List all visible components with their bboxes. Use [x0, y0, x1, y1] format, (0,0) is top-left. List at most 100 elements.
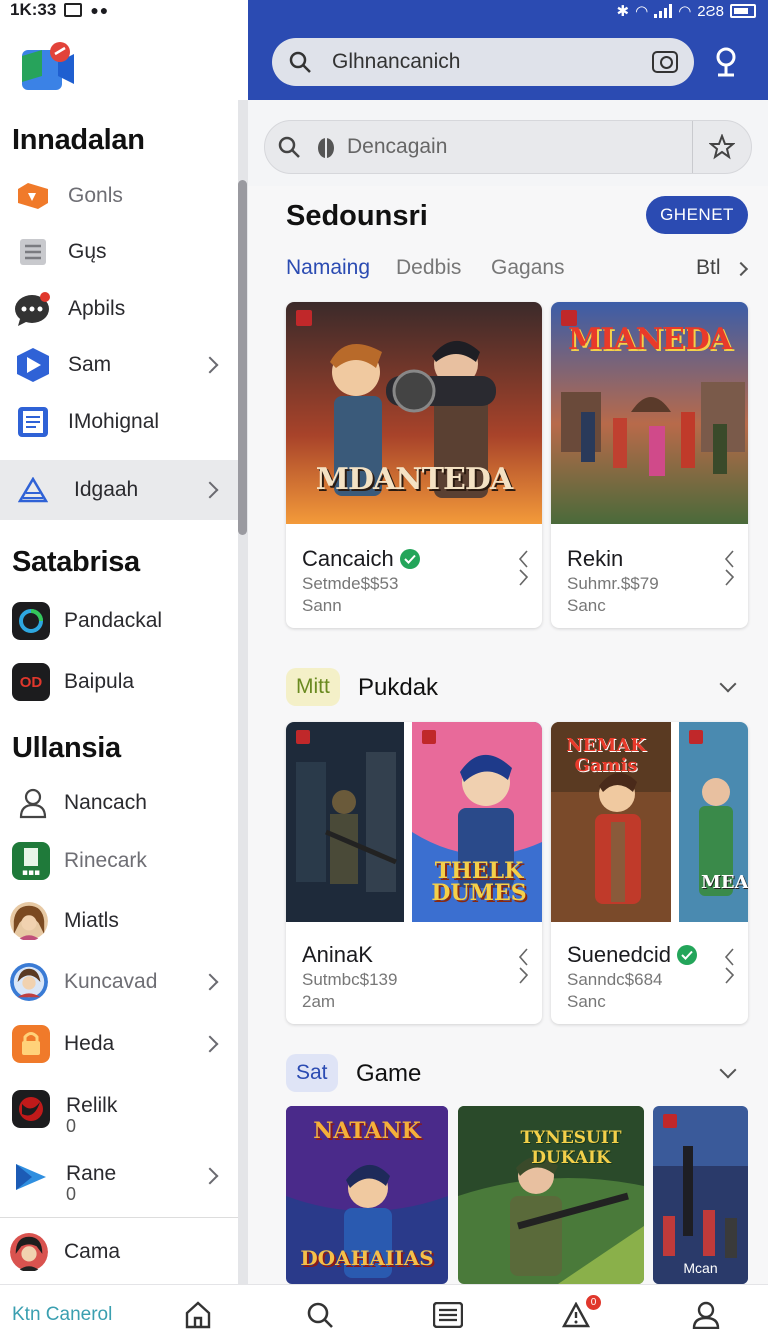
chevron-right-icon — [201, 1035, 219, 1053]
verified-check-icon — [676, 945, 697, 965]
green-app-icon: ▪▪▪ — [12, 842, 50, 880]
game-art-title: DOAHAIIAS — [300, 1246, 434, 1270]
drawer-item-idgaah[interactable]: Idgaah — [0, 460, 238, 520]
search-input[interactable]: Glhnancanich — [272, 38, 694, 86]
chevron-icon[interactable] — [724, 550, 734, 586]
divider — [692, 121, 693, 173]
bottom-nav-label[interactable]: Ktn Canerol — [12, 1304, 112, 1326]
game-thumbnail[interactable]: TYNESUIT DUKAIK — [458, 1106, 644, 1284]
game-thumbnail[interactable]: NATANK DOAHAIIAS — [286, 1106, 448, 1284]
drawer-item-imohignal[interactable]: IMohignal — [0, 394, 238, 450]
home-icon[interactable] — [182, 1299, 214, 1331]
bottom-navigation: Ktn Canerol 0 — [0, 1284, 768, 1344]
featured-game-card[interactable]: MIANEDA Rekin Suhmr.$$79 Sanc — [551, 302, 748, 628]
game-art-title: MDANTEDA — [315, 462, 513, 497]
tab-btl[interactable]: Btl — [696, 256, 721, 280]
drawer-item-pandackal[interactable]: Pandackal — [0, 593, 238, 649]
game-thumbnail[interactable]: Mcan — [653, 1106, 748, 1284]
verified-check-icon — [399, 549, 420, 569]
drawer-item-sam[interactable]: Sam — [0, 337, 238, 393]
drawer-item-relilk[interactable]: Relilk 0 — [0, 1082, 238, 1142]
avatar-icon — [10, 1233, 48, 1271]
search-icon[interactable] — [304, 1299, 336, 1331]
person-outline-icon — [14, 784, 52, 822]
star-icon[interactable] — [709, 134, 735, 160]
search-icon — [289, 51, 311, 73]
avatar-icon — [10, 902, 48, 940]
game-price: Sanndc$684 — [567, 970, 663, 989]
chat-bubble-icon — [14, 290, 52, 328]
avatar-icon — [10, 963, 48, 1001]
library-icon[interactable] — [432, 1299, 464, 1331]
location-pin-icon — [716, 47, 736, 77]
game-meta: Sann — [302, 596, 342, 615]
game-meta: Sanc — [567, 596, 606, 615]
drawer-item-rinecark[interactable]: ▪▪▪ Rinecark — [0, 833, 238, 889]
list-doc-icon — [14, 233, 52, 271]
chevron-icon[interactable] — [518, 948, 528, 984]
game-art-title: MIANEDA — [567, 322, 732, 357]
tab-dedbis[interactable]: Dedbis — [396, 256, 461, 280]
orange-lock-app-icon — [12, 1025, 50, 1063]
game-art-title: THELK DUMES — [431, 858, 527, 906]
screen-icon — [64, 3, 83, 17]
section-title: Sedounsri — [286, 200, 428, 232]
chevron-icon[interactable] — [724, 948, 734, 984]
document-icon — [14, 403, 52, 441]
featured-game-card[interactable]: MDANTEDA Cancaich Setmde$$53 Sann — [286, 302, 542, 628]
chevron-right-icon — [201, 973, 219, 991]
game-card[interactable]: NEMAK Gamis MEA Suenedcid Sanndc$684 San… — [551, 722, 748, 1024]
od-app-icon: OD — [12, 663, 50, 701]
chevron-down-icon[interactable] — [719, 675, 737, 693]
chevron-down-icon[interactable] — [719, 1061, 737, 1079]
search-icon — [278, 136, 300, 158]
chevron-icon[interactable] — [518, 550, 528, 586]
mic-icon — [318, 138, 334, 158]
play-shield-icon — [14, 346, 52, 384]
drawer-section-title: Innadalan — [12, 124, 145, 156]
drawer-scrollbar[interactable] — [238, 180, 247, 535]
game-card[interactable]: THELK DUMES AninaK Sutmbc$139 2am — [286, 722, 542, 1024]
row-chip[interactable]: Sat — [286, 1054, 338, 1092]
game-price: Sutmbc$139 — [302, 970, 398, 989]
secondary-search-input[interactable]: Dencagain — [264, 120, 752, 174]
drawer-item-heda[interactable]: Heda — [0, 1016, 238, 1072]
drawer-section-title: Ullansia — [12, 732, 121, 764]
drawer-item-gus[interactable]: Gųs — [0, 224, 238, 280]
profile-icon[interactable] — [690, 1299, 722, 1331]
game-art-title: NEMAK Gamis — [566, 735, 646, 776]
drawer-item-rane[interactable]: Rane 0 — [0, 1150, 238, 1210]
drawer-item-apbils[interactable]: Apbils — [0, 281, 238, 337]
game-meta: 2am — [302, 992, 336, 1011]
game-art-title: MEA — [701, 872, 748, 893]
blue-triangle-app-icon — [12, 1158, 50, 1196]
location-button[interactable] — [704, 40, 748, 84]
red-dragon-app-icon — [12, 1090, 50, 1128]
drawer-item-kuncavad[interactable]: Kuncavad — [0, 954, 238, 1010]
drawer-item-nancach[interactable]: Nancach — [0, 775, 238, 831]
get-button[interactable]: GHENET — [646, 196, 748, 234]
tab-namaing[interactable]: Namaing — [286, 256, 370, 280]
row-title: Game — [356, 1060, 422, 1087]
chevron-right-icon — [201, 1167, 219, 1185]
row-header[interactable]: Mitt Pukdak — [286, 668, 746, 708]
camera-icon[interactable] — [652, 51, 678, 73]
notification-badge: 0 — [586, 1295, 601, 1310]
drawer-item-miatls[interactable]: Miatls — [0, 893, 238, 949]
navigation-drawer: 1K:33 ●● Innadalan Gonls Gųs Apbils Sam — [0, 0, 238, 1284]
chevron-right-icon[interactable] — [733, 261, 749, 277]
game-title: Suenedcid — [567, 942, 671, 967]
drawer-item-cama[interactable]: Cama — [0, 1224, 238, 1280]
ring-app-icon — [12, 602, 50, 640]
row-chip[interactable]: Mitt — [286, 668, 340, 706]
game-price: Suhmr.$$79 — [567, 574, 659, 593]
tab-gagans[interactable]: Gagans — [491, 256, 565, 280]
game-title: Cancaich — [302, 546, 394, 571]
status-bar-right: ✱ ◠ ◠ 2Ƨ8 — [617, 0, 756, 22]
drawer-item-gonls[interactable]: Gonls — [0, 168, 238, 224]
game-title: AninaK — [302, 942, 373, 967]
row-header[interactable]: Sat Game — [286, 1054, 746, 1094]
drawer-item-baipula[interactable]: OD Baipula — [0, 654, 238, 710]
drawer-section-title: Satabrisa — [12, 546, 140, 578]
notification-dots-icon: ●● — [90, 2, 110, 18]
